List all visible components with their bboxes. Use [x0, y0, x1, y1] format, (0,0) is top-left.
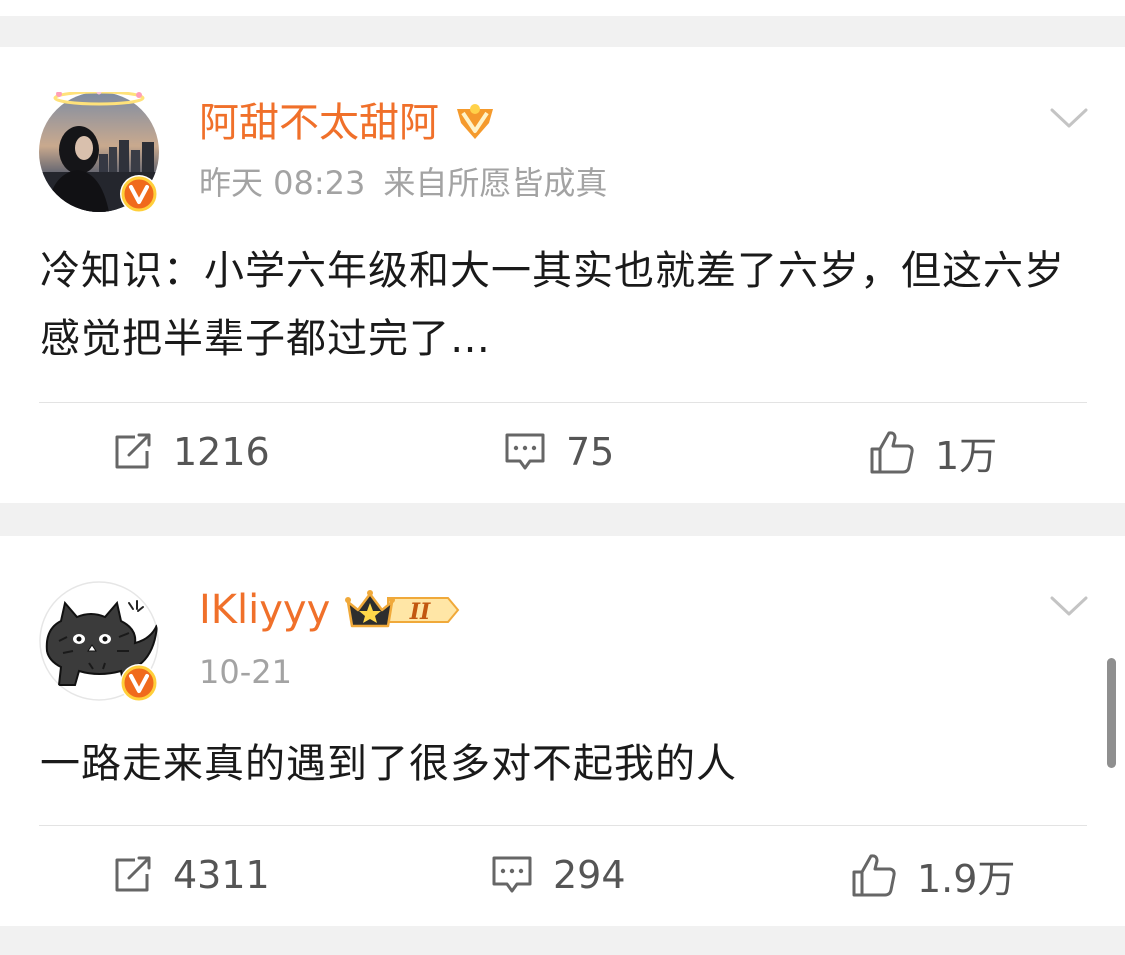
user-name[interactable]: 阿甜不太甜阿 [199, 97, 439, 149]
post-text[interactable]: 一路走来真的遇到了很多对不起我的人 [40, 730, 1090, 798]
like-count: 1万 [935, 433, 998, 478]
user-avatar[interactable] [39, 581, 159, 702]
user-name-row: 阿甜不太甜阿 [199, 97, 497, 149]
comment-icon [505, 433, 545, 470]
divider [39, 402, 1087, 403]
like-count: 1.9万 [917, 856, 1016, 901]
like-button[interactable]: 1.9万 [851, 850, 1016, 901]
comment-icon [492, 856, 532, 893]
post-card[interactable]: 阿甜不太甜阿 昨天 08:23 来自所愿皆成真 冷知识：小学六年级和大一其实也就差… [0, 47, 1125, 503]
thumbs-up-icon [852, 854, 896, 897]
thumbs-up-icon [870, 431, 914, 474]
repost-icon [115, 856, 151, 892]
like-button[interactable]: 1万 [869, 427, 998, 478]
divider [39, 825, 1087, 826]
previous-card-edge [0, 0, 1125, 16]
post-meta: 昨天 08:23 来自所愿皆成真 [199, 163, 607, 203]
comment-count: 75 [566, 430, 615, 474]
chevron-down-icon[interactable] [1050, 595, 1088, 617]
level-label: II [409, 599, 431, 625]
weibo-feed: 阿甜不太甜阿 昨天 08:23 来自所愿皆成真 冷知识：小学六年级和大一其实也就差… [0, 0, 1125, 955]
comment-count: 294 [553, 853, 626, 897]
repost-count: 4311 [173, 853, 270, 897]
chevron-down-icon[interactable] [1050, 107, 1088, 129]
repost-count: 1216 [173, 430, 270, 474]
repost-button[interactable]: 1216 [113, 427, 270, 477]
repost-icon [115, 433, 151, 469]
user-name[interactable]: IKliyyy [199, 584, 330, 636]
user-name-row: IKliyyy II [199, 584, 462, 636]
post-meta: 10-21 [199, 652, 292, 692]
post-card[interactable]: IKliyyy II 10-21 一路走来真的遇到了很多对不起我的人 4311 … [0, 536, 1125, 926]
crown-level-badge-icon[interactable]: II [344, 588, 462, 632]
repost-button[interactable]: 4311 [113, 850, 270, 900]
scrollbar-thumb[interactable] [1107, 658, 1116, 768]
post-time: 10-21 [199, 653, 292, 691]
user-avatar[interactable] [39, 92, 159, 213]
post-source: 来自所愿皆成真 [383, 164, 608, 202]
verified-v-icon [120, 664, 158, 702]
comment-button[interactable]: 294 [491, 850, 626, 900]
fan-badge-icon[interactable] [453, 103, 497, 143]
post-time: 昨天 08:23 [199, 164, 366, 202]
post-text[interactable]: 冷知识：小学六年级和大一其实也就差了六岁，但这六岁感觉把半辈子都过完了… [40, 237, 1090, 373]
verified-v-icon [120, 175, 158, 213]
comment-button[interactable]: 75 [504, 427, 614, 477]
